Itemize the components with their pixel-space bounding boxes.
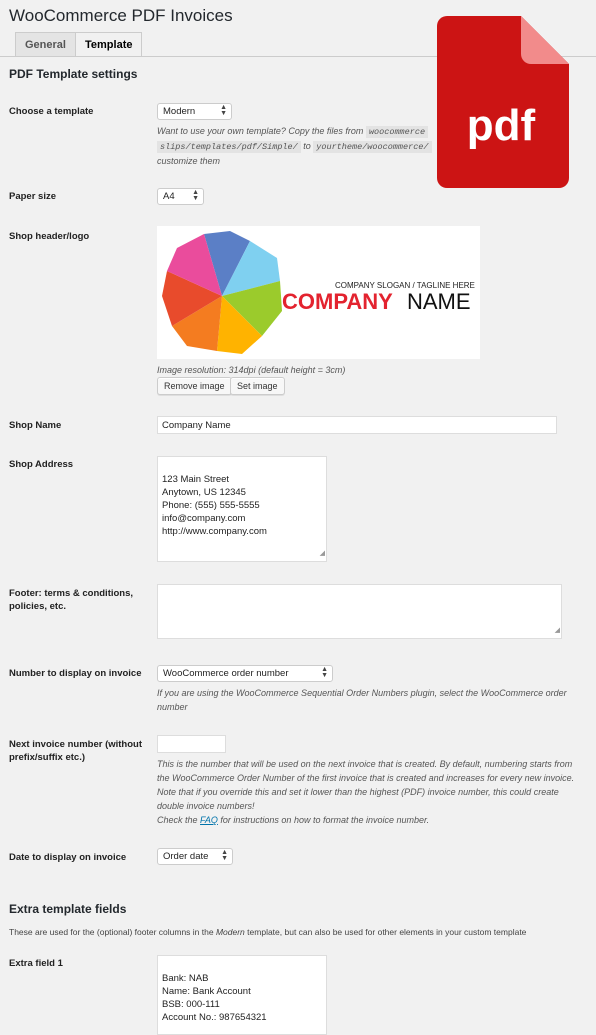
template-desc-suffix: customize them: [157, 156, 221, 166]
select-arrows-icon: ▲ ▼: [321, 666, 328, 679]
number-display-select[interactable]: WooCommerce order number ▲ ▼: [157, 665, 333, 682]
footer-textarea[interactable]: ◢: [157, 584, 562, 639]
set-image-button[interactable]: Set image: [230, 377, 285, 395]
resize-grip-icon[interactable]: ◢: [320, 547, 325, 560]
faq-prefix: Check the: [157, 815, 198, 825]
select-arrows-icon: ▲ ▼: [192, 189, 199, 202]
shop-address-textarea[interactable]: 123 Main Street Anytown, US 12345 Phone:…: [157, 456, 327, 562]
shop-address-label: Shop Address: [9, 459, 74, 470]
faq-suffix: for instructions on how to format the in…: [220, 815, 430, 825]
template-desc-mid: to: [303, 141, 311, 151]
template-desc-prefix: Want to use your own template? Copy the …: [157, 126, 364, 136]
logo-resolution: Image resolution: 314dpi (default height…: [157, 365, 346, 375]
next-invoice-input[interactable]: [157, 735, 226, 753]
extra-field-1-textarea[interactable]: Bank: NAB Name: Bank Account BSB: 000-11…: [157, 955, 327, 1035]
shop-name-label: Shop Name: [9, 420, 62, 431]
logo-company-red: COMPANY: [282, 289, 393, 314]
number-display-value: WooCommerce order number: [163, 668, 289, 679]
extra-field-1-label: Extra field 1: [9, 958, 63, 969]
next-invoice-label: Next invoice number (without prefix/suff…: [9, 739, 143, 763]
page-title: WooCommerce PDF Invoices: [9, 6, 233, 25]
extra-field-1-value: Bank: NAB Name: Bank Account BSB: 000-11…: [162, 973, 267, 1023]
company-logo: COMPANY SLOGAN / TAGLINE HERE COMPANY NA…: [162, 231, 475, 354]
extra-note-suffix: template, but can also be used for other…: [247, 927, 527, 937]
select-arrows-icon: ▲ ▼: [221, 849, 228, 862]
template-select-value: Modern: [163, 106, 196, 117]
logo-label: Shop header/logo: [9, 231, 90, 242]
number-display-description: If you are using the WooCommerce Sequent…: [157, 688, 567, 712]
next-invoice-description: This is the number that will be used on …: [157, 757, 587, 827]
extra-fields-title: Extra template fields: [9, 902, 127, 916]
footer-label: Footer: terms & conditions, policies, et…: [9, 588, 134, 612]
remove-image-button[interactable]: Remove image: [157, 377, 232, 395]
tab-template[interactable]: Template: [75, 32, 143, 57]
extra-fields-note: These are used for the (optional) footer…: [9, 927, 526, 937]
paper-size-label: Paper size: [9, 191, 56, 202]
pdf-file-icon: pdf: [437, 16, 569, 188]
shop-name-input[interactable]: Company Name: [157, 416, 557, 434]
tab-general[interactable]: General: [15, 32, 76, 56]
section-title: PDF Template settings: [9, 67, 138, 81]
template-select[interactable]: Modern ▲ ▼: [157, 103, 232, 120]
number-display-label: Number to display on invoice: [9, 668, 142, 679]
select-arrows-icon: ▲ ▼: [220, 104, 227, 117]
paper-size-value: A4: [163, 191, 175, 202]
template-label: Choose a template: [9, 106, 94, 117]
logo-company-black: NAME: [407, 289, 471, 314]
shop-address-value: 123 Main Street Anytown, US 12345 Phone:…: [162, 474, 267, 537]
template-code-source-path: slips/templates/pdf/Simple/: [157, 141, 301, 153]
next-invoice-desc-text: This is the number that will be used on …: [157, 759, 575, 811]
template-description: Want to use your own template? Copy the …: [157, 124, 447, 168]
paper-size-select[interactable]: A4 ▲ ▼: [157, 188, 204, 205]
extra-note-prefix: These are used for the (optional) footer…: [9, 927, 214, 937]
extra-note-emphasis: Modern: [215, 927, 245, 937]
faq-link[interactable]: FAQ: [200, 815, 218, 825]
shop-logo-image: COMPANY SLOGAN / TAGLINE HERE COMPANY NA…: [157, 226, 480, 359]
date-display-select[interactable]: Order date ▲ ▼: [157, 848, 233, 865]
date-display-value: Order date: [163, 851, 209, 862]
pdf-badge-text: pdf: [467, 101, 536, 150]
template-code-target: yourtheme/woocommerce/: [313, 141, 432, 153]
template-code-source: woocommerce: [365, 126, 429, 138]
date-display-label: Date to display on invoice: [9, 852, 127, 863]
resize-grip-icon[interactable]: ◢: [555, 624, 560, 637]
